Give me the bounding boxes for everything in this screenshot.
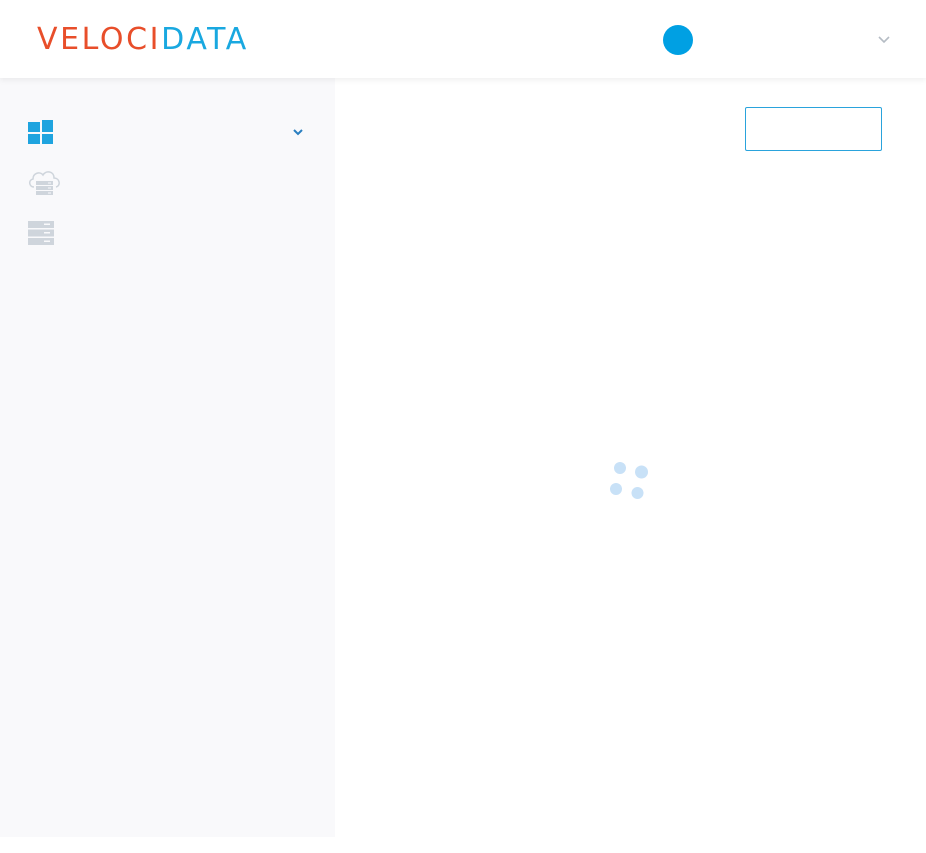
sidebar-item-cloud[interactable] [0,163,335,203]
server-stack-icon [28,221,54,245]
user-avatar[interactable] [663,25,693,55]
sidebar-item-dashboard[interactable] [0,113,335,153]
sidebar [0,78,335,837]
sidebar-item-servers[interactable] [0,213,335,253]
top-header: VELOCIDATA [0,0,926,78]
user-menu-chevron-down-icon[interactable] [876,34,892,46]
logo-text-veloci: VELOCI [37,22,162,57]
velocidata-logo[interactable]: VELOCIDATA [37,25,249,55]
chevron-down-icon[interactable] [292,127,304,137]
logo-text-data: DATA [161,22,249,57]
dashboard-grid-icon [28,120,53,144]
loading-spinner-icon [610,462,648,499]
main-content [335,78,926,853]
action-button[interactable] [745,107,882,151]
cloud-server-icon [29,171,60,195]
